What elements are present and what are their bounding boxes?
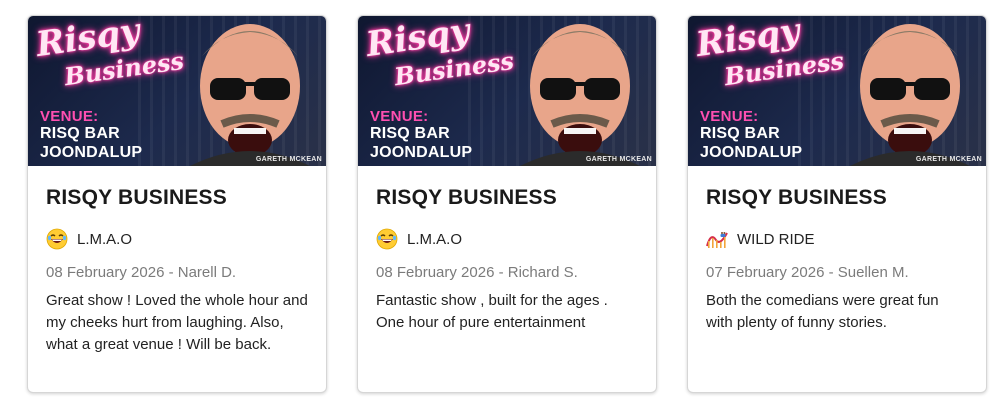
venue-label: VENUE: <box>40 108 99 125</box>
review-text: Great show ! Loved the whole hour and my… <box>46 292 308 353</box>
comedian-portrait <box>850 24 970 166</box>
show-title[interactable]: RISQY BUSINESS <box>706 186 968 210</box>
show-title[interactable]: RISQY BUSINESS <box>46 186 308 210</box>
venue-line-2: JOONDALUP <box>40 144 143 161</box>
rating-label: L.M.A.O <box>407 230 463 248</box>
venue-name: RISQ BAR JOONDALUP <box>700 124 802 162</box>
review-body: RISQY BUSINESS L.M.A.O 08 February 2026 … <box>358 166 656 334</box>
artist-credit: GARETH MCKEAN <box>255 156 322 163</box>
review-text: Fantastic show , built for the ages . On… <box>376 292 608 331</box>
laughing-face-icon <box>46 228 68 250</box>
show-banner-image[interactable]: Risqy Business VENUE: RISQ BAR JOONDALUP… <box>358 16 656 166</box>
rating-label: WILD RIDE <box>737 230 815 248</box>
review-card[interactable]: Risqy Business VENUE: RISQ BAR JOONDALUP… <box>357 15 657 393</box>
reviews-row: Risqy Business VENUE: RISQ BAR JOONDALUP… <box>0 0 1000 407</box>
venue-name: RISQ BAR JOONDALUP <box>40 124 142 162</box>
review-meta: 07 February 2026 - Suellen M. <box>706 264 909 281</box>
laughing-face-icon <box>376 228 398 250</box>
review-body: RISQY BUSINESS L.M.A.O 08 February 2026 … <box>28 166 326 356</box>
comedian-portrait <box>520 24 640 166</box>
review-body: RISQY BUSINESS WILD RIDE 07 February 202… <box>688 166 986 334</box>
venue-line-1: RISQ BAR <box>700 125 780 142</box>
review-card[interactable]: Risqy Business VENUE: RISQ BAR JOONDALUP… <box>687 15 987 393</box>
venue-label: VENUE: <box>370 108 429 125</box>
artist-credit: GARETH MCKEAN <box>585 156 652 163</box>
show-banner-image[interactable]: Risqy Business VENUE: RISQ BAR JOONDALUP… <box>688 16 986 166</box>
rating-row: WILD RIDE <box>706 227 968 251</box>
roller-coaster-icon <box>706 232 728 248</box>
show-banner-image[interactable]: Risqy Business VENUE: RISQ BAR JOONDALUP… <box>28 16 326 166</box>
artist-credit: GARETH MCKEAN <box>915 156 982 163</box>
venue-line-1: RISQ BAR <box>40 125 120 142</box>
venue-line-2: JOONDALUP <box>370 144 473 161</box>
comedian-portrait <box>190 24 310 166</box>
review-meta: 08 February 2026 - Narell D. <box>46 264 237 281</box>
review-card[interactable]: Risqy Business VENUE: RISQ BAR JOONDALUP… <box>27 15 327 393</box>
venue-label: VENUE: <box>700 108 759 125</box>
venue-line-1: RISQ BAR <box>370 125 450 142</box>
venue-name: RISQ BAR JOONDALUP <box>370 124 472 162</box>
review-meta: 08 February 2026 - Richard S. <box>376 264 578 281</box>
rating-row: L.M.A.O <box>376 227 638 251</box>
show-title[interactable]: RISQY BUSINESS <box>376 186 638 210</box>
rating-row: L.M.A.O <box>46 227 308 251</box>
rating-label: L.M.A.O <box>77 230 133 248</box>
venue-line-2: JOONDALUP <box>700 144 803 161</box>
review-text: Both the comedians were great fun with p… <box>706 292 939 331</box>
